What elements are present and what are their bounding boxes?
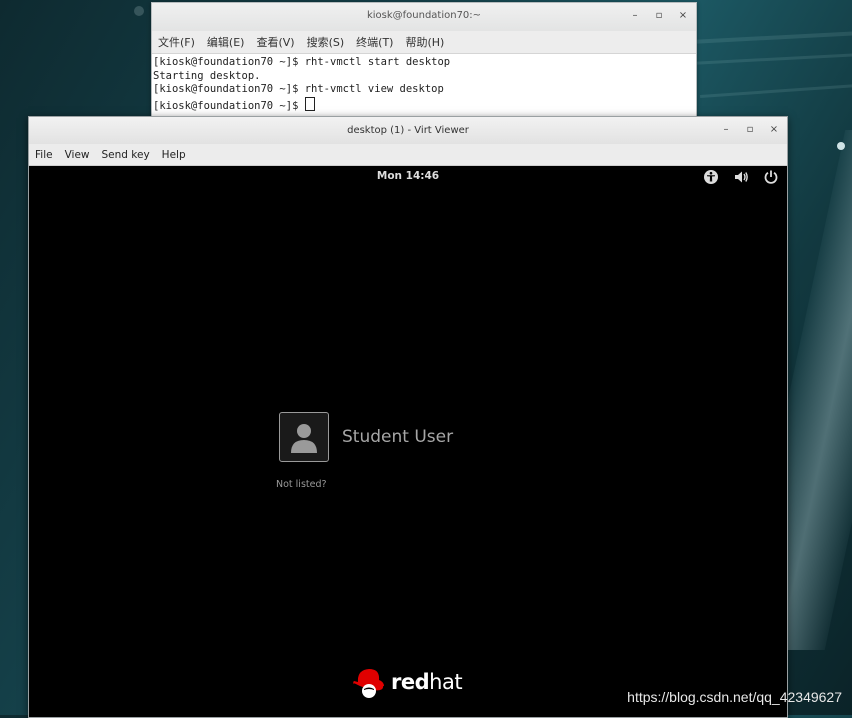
user-avatar-icon	[291, 424, 317, 453]
terminal-prompt-line: [kiosk@foundation70 ~]$	[153, 96, 695, 114]
viewer-titlebar[interactable]: desktop (1) - Virt Viewer – ▫ ×	[29, 117, 787, 144]
terminal-window[interactable]: kiosk@foundation70:~ – ▫ × 文件(F) 编辑(E) 查…	[151, 2, 697, 119]
terminal-output[interactable]: [kiosk@foundation70 ~]$ rht-vmctl start …	[152, 54, 696, 115]
terminal-menubar: 文件(F) 编辑(E) 查看(V) 搜索(S) 终端(T) 帮助(H)	[152, 31, 696, 54]
desktop-decoration	[700, 83, 852, 98]
redhat-logo: redhat	[351, 665, 463, 699]
text-cursor	[304, 96, 315, 111]
minimize-button[interactable]: –	[628, 9, 642, 23]
menu-file[interactable]: 文件(F)	[158, 34, 195, 50]
menu-file[interactable]: File	[35, 149, 53, 161]
vm-display[interactable]: Mon 14:46 Student User Not listed? redha…	[29, 166, 787, 717]
desktop-dot	[134, 6, 144, 16]
close-button[interactable]: ×	[767, 123, 781, 137]
accessibility-icon[interactable]	[703, 169, 719, 185]
redhat-shadowman-icon	[353, 669, 385, 698]
watermark: https://blog.csdn.net/qq_42349627	[627, 689, 842, 705]
terminal-prompt: [kiosk@foundation70 ~]$	[153, 99, 305, 112]
not-listed-link[interactable]: Not listed?	[276, 479, 327, 490]
menu-edit[interactable]: 编辑(E)	[207, 34, 245, 50]
menu-help[interactable]: 帮助(H)	[405, 34, 444, 50]
logo-text-thin: hat	[429, 670, 463, 694]
viewer-title: desktop (1) - Virt Viewer	[347, 125, 469, 136]
menu-search[interactable]: 搜索(S)	[307, 34, 345, 50]
maximize-button[interactable]: ▫	[743, 123, 757, 137]
system-tray	[703, 169, 779, 185]
menu-help[interactable]: Help	[162, 149, 186, 161]
desktop-dot	[837, 142, 845, 150]
clock[interactable]: Mon 14:46	[29, 170, 787, 182]
logo-text-bold: red	[391, 670, 430, 694]
terminal-line: [kiosk@foundation70 ~]$ rht-vmctl start …	[153, 56, 451, 68]
terminal-line: Starting desktop.	[153, 69, 261, 82]
maximize-button[interactable]: ▫	[652, 9, 666, 23]
power-icon[interactable]	[763, 169, 779, 185]
gdm-top-bar: Mon 14:46	[29, 166, 787, 188]
menu-send-key[interactable]: Send key	[102, 149, 150, 161]
desktop-decoration	[690, 53, 852, 65]
terminal-titlebar[interactable]: kiosk@foundation70:~ – ▫ ×	[152, 3, 696, 31]
menu-view[interactable]: View	[65, 149, 90, 161]
user-entry[interactable]: Student User	[279, 412, 453, 462]
redhat-wordmark: redhat	[391, 670, 463, 694]
avatar	[279, 412, 329, 462]
desktop-decoration	[690, 31, 852, 44]
viewer-menubar: File View Send key Help	[29, 144, 787, 166]
close-button[interactable]: ×	[676, 9, 690, 23]
volume-icon[interactable]	[733, 169, 749, 185]
terminal-title: kiosk@foundation70:~	[366, 10, 482, 21]
menu-terminal[interactable]: 终端(T)	[356, 34, 393, 50]
menu-view[interactable]: 查看(V)	[256, 34, 294, 50]
virt-viewer-window[interactable]: desktop (1) - Virt Viewer – ▫ × File Vie…	[28, 116, 788, 718]
terminal-line: [kiosk@foundation70 ~]$ rht-vmctl view d…	[153, 83, 444, 95]
minimize-button[interactable]: –	[719, 123, 733, 137]
user-name: Student User	[342, 427, 454, 447]
